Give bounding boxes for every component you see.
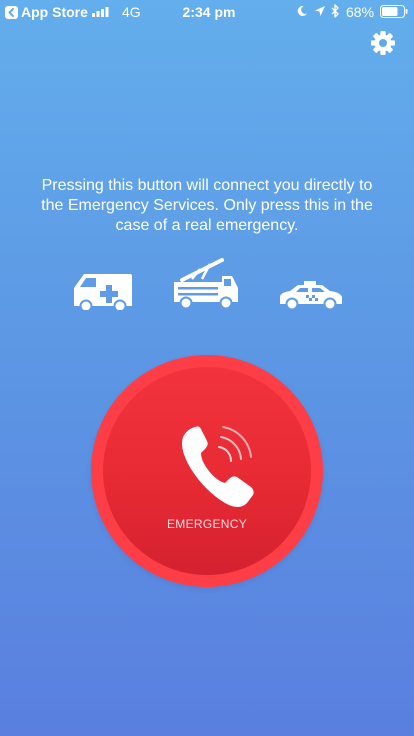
back-to-app-store-link[interactable]: App Store: [21, 4, 88, 20]
fire-truck-icon: [174, 258, 238, 310]
back-arrow-icon[interactable]: [5, 6, 18, 19]
bluetooth-icon: [331, 4, 339, 18]
status-time: 2:34 pm: [182, 4, 236, 20]
battery-icon: [380, 5, 408, 18]
status-bar: App Store 4G 2:34 pm 68%: [0, 0, 414, 24]
emergency-button-label: EMERGENCY: [166, 517, 248, 531]
network-type: 4G: [122, 4, 141, 20]
settings-gear-icon[interactable]: [370, 30, 396, 56]
emergency-call-button[interactable]: EMERGENCY: [91, 355, 323, 587]
phone-call-icon: [182, 426, 254, 507]
taxi-icon: [280, 281, 342, 310]
signal-strength-icon: [92, 7, 109, 17]
emergency-instructions: Pressing this button will connect you di…: [41, 177, 373, 234]
emergency-button-core[interactable]: EMERGENCY: [103, 367, 311, 575]
ambulance-icon: [74, 274, 132, 310]
moon-icon: [297, 5, 307, 16]
location-arrow-icon: [315, 6, 325, 16]
battery-percentage: 68%: [346, 4, 375, 20]
